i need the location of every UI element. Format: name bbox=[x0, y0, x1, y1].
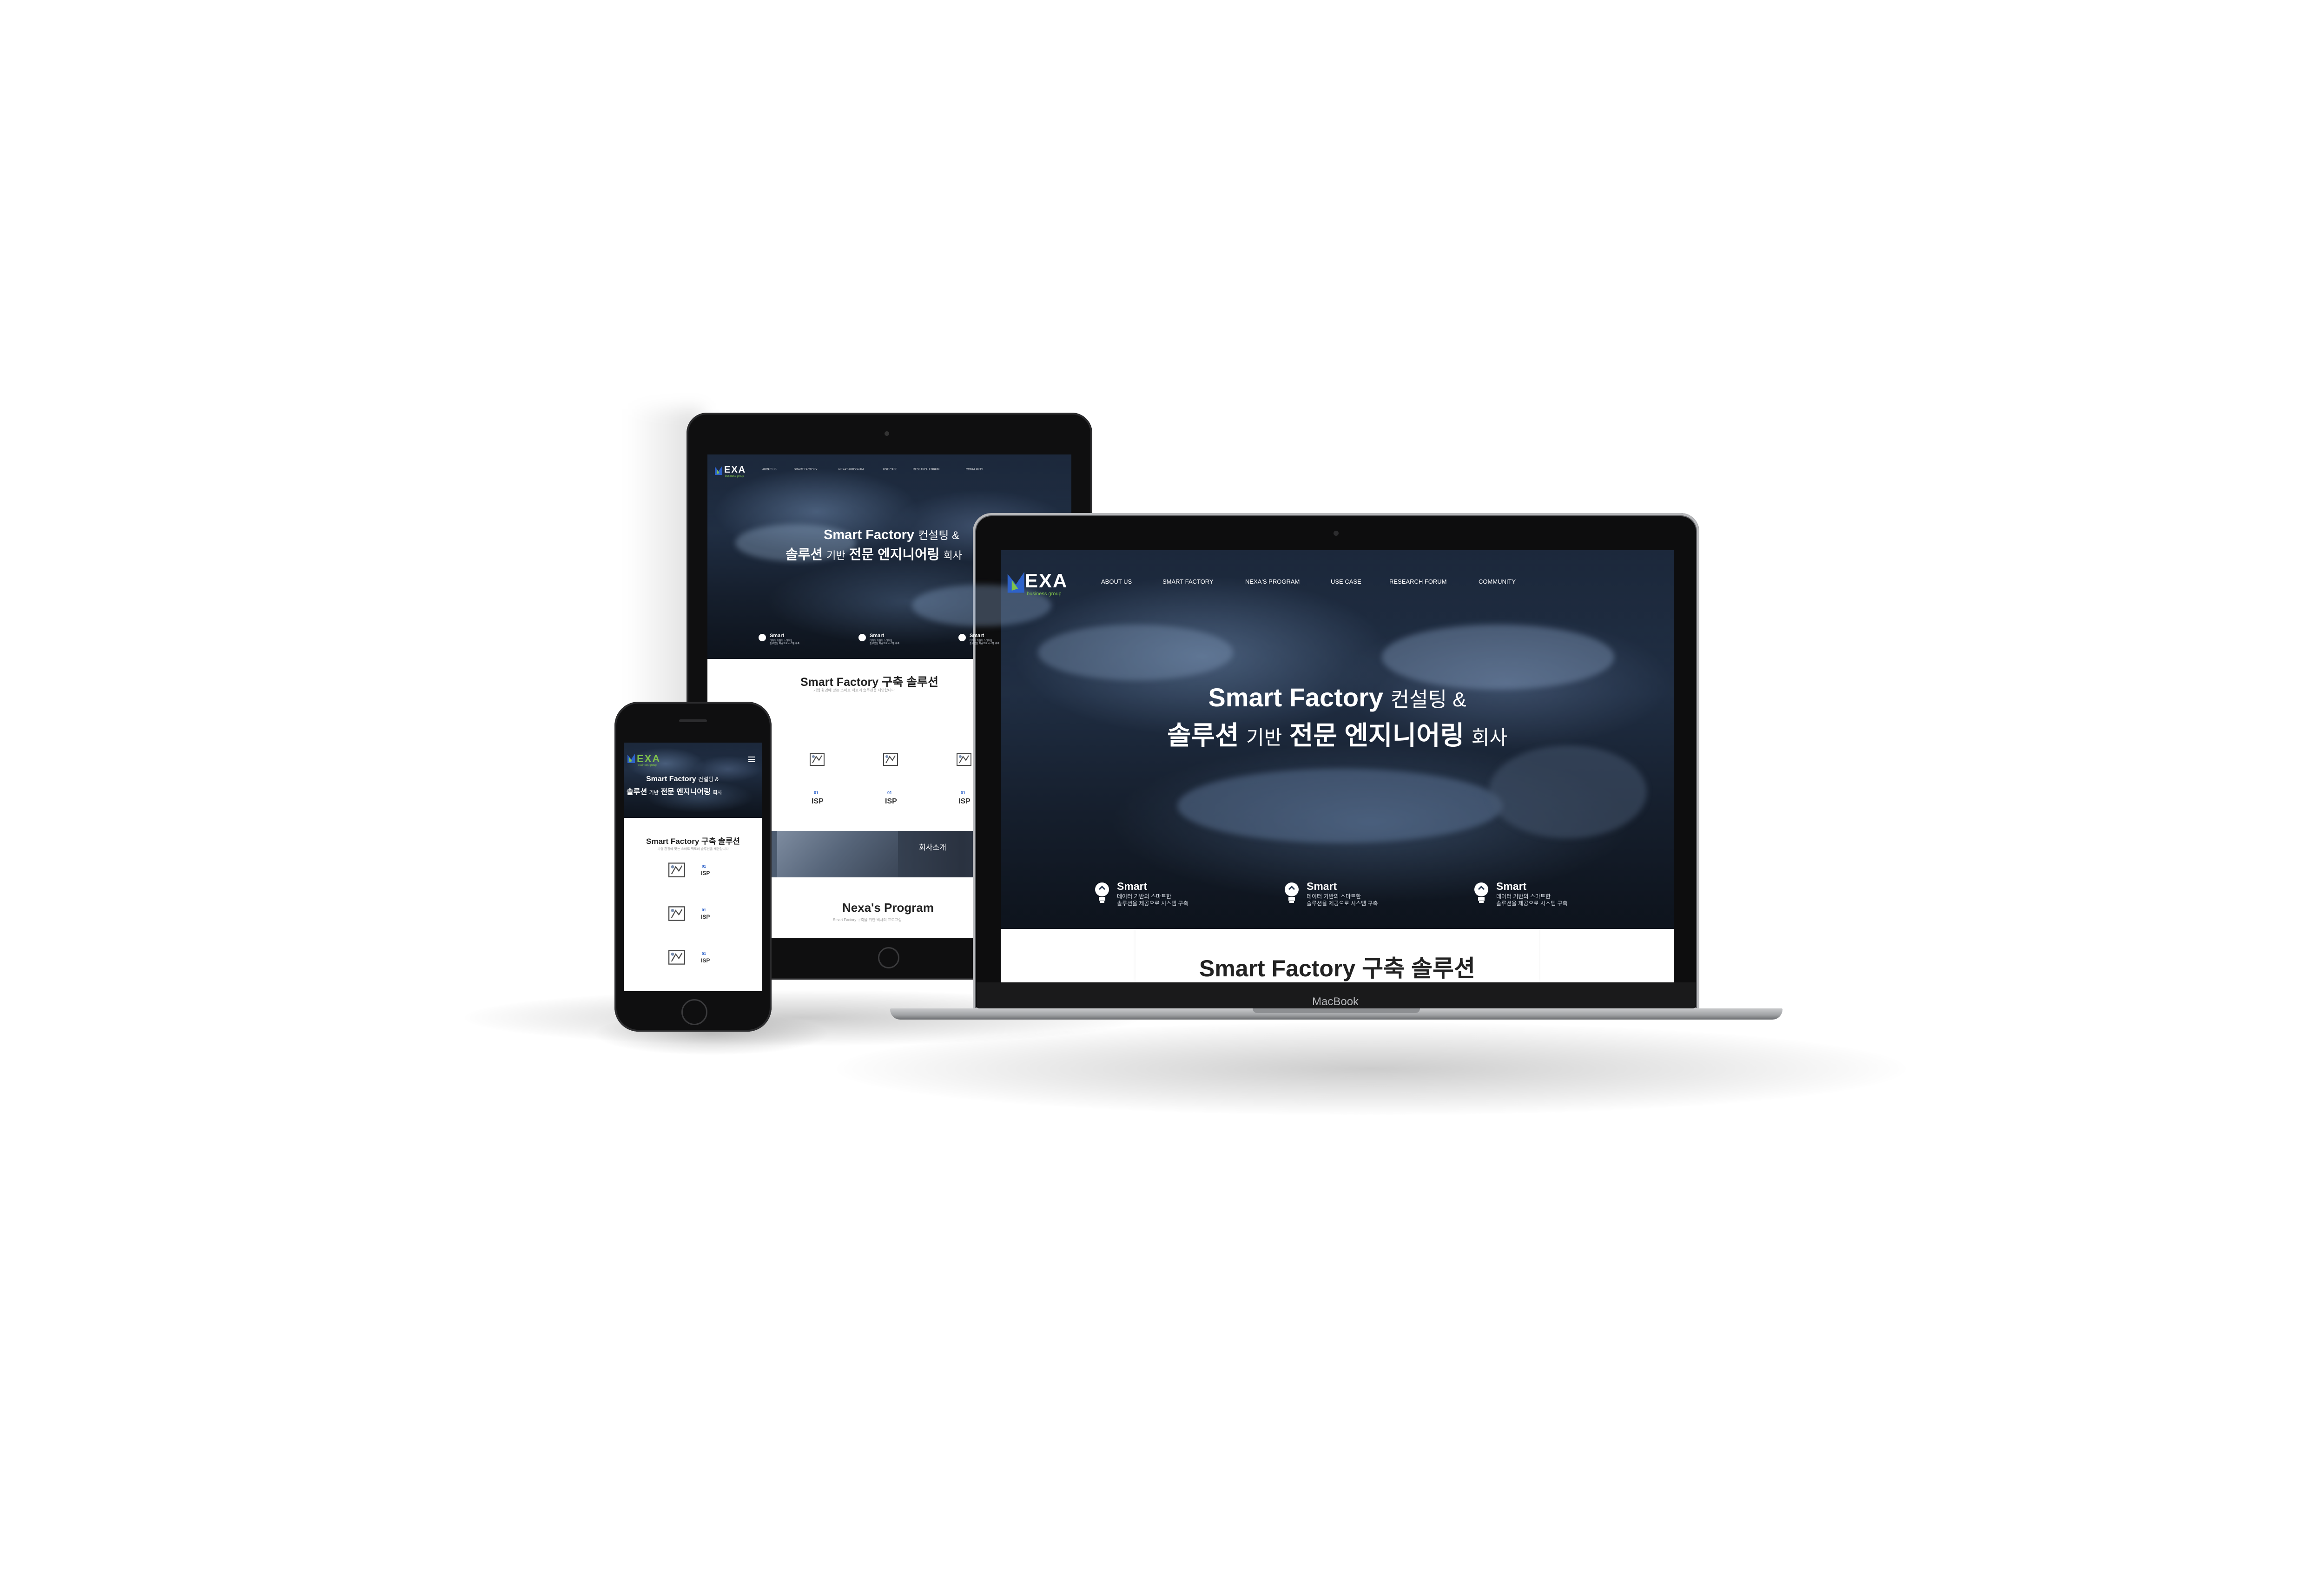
phone-logo-sub: business group bbox=[638, 764, 657, 767]
phone-logo-text[interactable]: EXA bbox=[637, 753, 660, 765]
phone-hero-line2: 솔루션 기반 전문 엔지니어링 회사 bbox=[627, 788, 722, 796]
tablet-logo-sub: business group bbox=[725, 475, 744, 478]
laptop-hero: EXA business group ABOUT US SMART FACTOR… bbox=[1001, 550, 1674, 929]
bulb-icon bbox=[1095, 882, 1109, 903]
tablet-nav-community[interactable]: COMMUNITY bbox=[966, 468, 983, 471]
tablet-about-label: 회사소개 bbox=[919, 844, 946, 852]
phone-screen: EXA business group Smart Factory 컨설팅 & 솔… bbox=[624, 743, 762, 991]
phone-isp-label-2[interactable]: ISP bbox=[701, 914, 710, 920]
laptop-nav-about[interactable]: ABOUT US bbox=[1101, 578, 1132, 585]
tablet-nav-program[interactable]: NEXA'S PROGRAM bbox=[838, 468, 864, 471]
bulb-icon bbox=[1285, 882, 1299, 903]
laptop-nav-smart-factory[interactable]: SMART FACTORY bbox=[1162, 578, 1214, 585]
tablet-hero-line1: Smart Factory 컨설팅 & bbox=[824, 527, 959, 542]
hamburger-menu-icon[interactable] bbox=[748, 757, 755, 762]
tablet-camera bbox=[885, 431, 889, 436]
tablet-isp-icon-2 bbox=[883, 753, 898, 766]
tablet-isp-icon-3 bbox=[957, 753, 971, 766]
laptop-logo-sub: business group bbox=[1027, 591, 1062, 597]
tablet-logo-text[interactable]: EXA bbox=[724, 465, 746, 475]
tablet-home-button[interactable] bbox=[878, 947, 899, 968]
laptop-nav-forum[interactable]: RESEARCH FORUM bbox=[1389, 578, 1447, 585]
phone-isp-icon-1 bbox=[668, 862, 685, 877]
laptop-lid: EXA business group ABOUT US SMART FACTOR… bbox=[973, 513, 1699, 1010]
tablet-isp-num-2: 01 bbox=[887, 790, 892, 795]
laptop-screen: EXA business group ABOUT US SMART FACTOR… bbox=[1001, 550, 1674, 982]
phone-hero: EXA business group Smart Factory 컨설팅 & 솔… bbox=[624, 743, 762, 818]
tablet-isp-num-1: 01 bbox=[814, 790, 819, 795]
tablet-nav-smart-factory[interactable]: SMART FACTORY bbox=[794, 468, 818, 471]
laptop-hero-line2: 솔루션 기반 전문 엔지니어링 회사 bbox=[1167, 721, 1507, 750]
tablet-logo-icon bbox=[715, 466, 722, 475]
bulb-icon bbox=[1474, 882, 1488, 903]
phone-isp-num-3: 01 bbox=[702, 952, 706, 956]
tablet-isp-num-3: 01 bbox=[961, 790, 966, 795]
bulb-icon bbox=[958, 634, 966, 641]
tablet-isp-icon-1 bbox=[810, 753, 825, 766]
tablet-nav-about[interactable]: ABOUT US bbox=[762, 468, 777, 471]
phone-isp-icon-3 bbox=[668, 950, 685, 965]
phone-home-button[interactable] bbox=[681, 999, 707, 1025]
laptop-nav-program[interactable]: NEXA'S PROGRAM bbox=[1245, 578, 1300, 585]
laptop-logo-text[interactable]: EXA bbox=[1025, 570, 1068, 592]
phone-solutions-subtitle: 기업 환경에 맞는 스마트 팩토리 솔루션을 제안합니다 bbox=[657, 848, 729, 851]
tablet-about-banner-photo bbox=[777, 831, 898, 877]
phone-isp-label-1[interactable]: ISP bbox=[701, 870, 710, 876]
tablet-isp-label-2[interactable]: ISP bbox=[885, 797, 897, 806]
phone-device: EXA business group Smart Factory 컨설팅 & 솔… bbox=[614, 702, 772, 1032]
bulb-icon bbox=[759, 634, 766, 641]
phone-logo-icon[interactable] bbox=[627, 753, 637, 764]
tablet-isp-label-3[interactable]: ISP bbox=[958, 797, 971, 806]
laptop-hero-line1: Smart Factory 컨설팅 & bbox=[1208, 683, 1466, 712]
bulb-icon bbox=[858, 634, 866, 641]
phone-isp-icon-2 bbox=[668, 906, 685, 921]
tablet-nav-use-case[interactable]: USE CASE bbox=[883, 468, 897, 471]
laptop-floor-shadow bbox=[837, 1022, 1906, 1115]
laptop-brand-label: MacBook bbox=[1312, 995, 1359, 1008]
phone-isp-num-1: 01 bbox=[702, 864, 706, 869]
tablet-nav-forum[interactable]: RESEARCH FORUM bbox=[913, 468, 939, 471]
phone-isp-num-2: 01 bbox=[702, 908, 706, 912]
phone-speaker bbox=[679, 719, 707, 722]
laptop-camera bbox=[1334, 531, 1339, 536]
phone-isp-label-3[interactable]: ISP bbox=[701, 957, 710, 964]
laptop-nav-use-case[interactable]: USE CASE bbox=[1331, 578, 1361, 585]
tablet-isp-label-1[interactable]: ISP bbox=[812, 797, 824, 806]
laptop-notch bbox=[1253, 1008, 1420, 1013]
laptop-solutions-title: Smart Factory 구축 솔루션 bbox=[1199, 955, 1475, 981]
phone-solutions-title: Smart Factory 구축 솔루션 bbox=[646, 837, 740, 846]
tablet-hero-line2: 솔루션 기반 전문 엔지니어링 회사 bbox=[786, 547, 963, 562]
phone-hero-line1: Smart Factory 컨설팅 & bbox=[646, 775, 719, 783]
laptop-nav-community[interactable]: COMMUNITY bbox=[1479, 578, 1516, 585]
